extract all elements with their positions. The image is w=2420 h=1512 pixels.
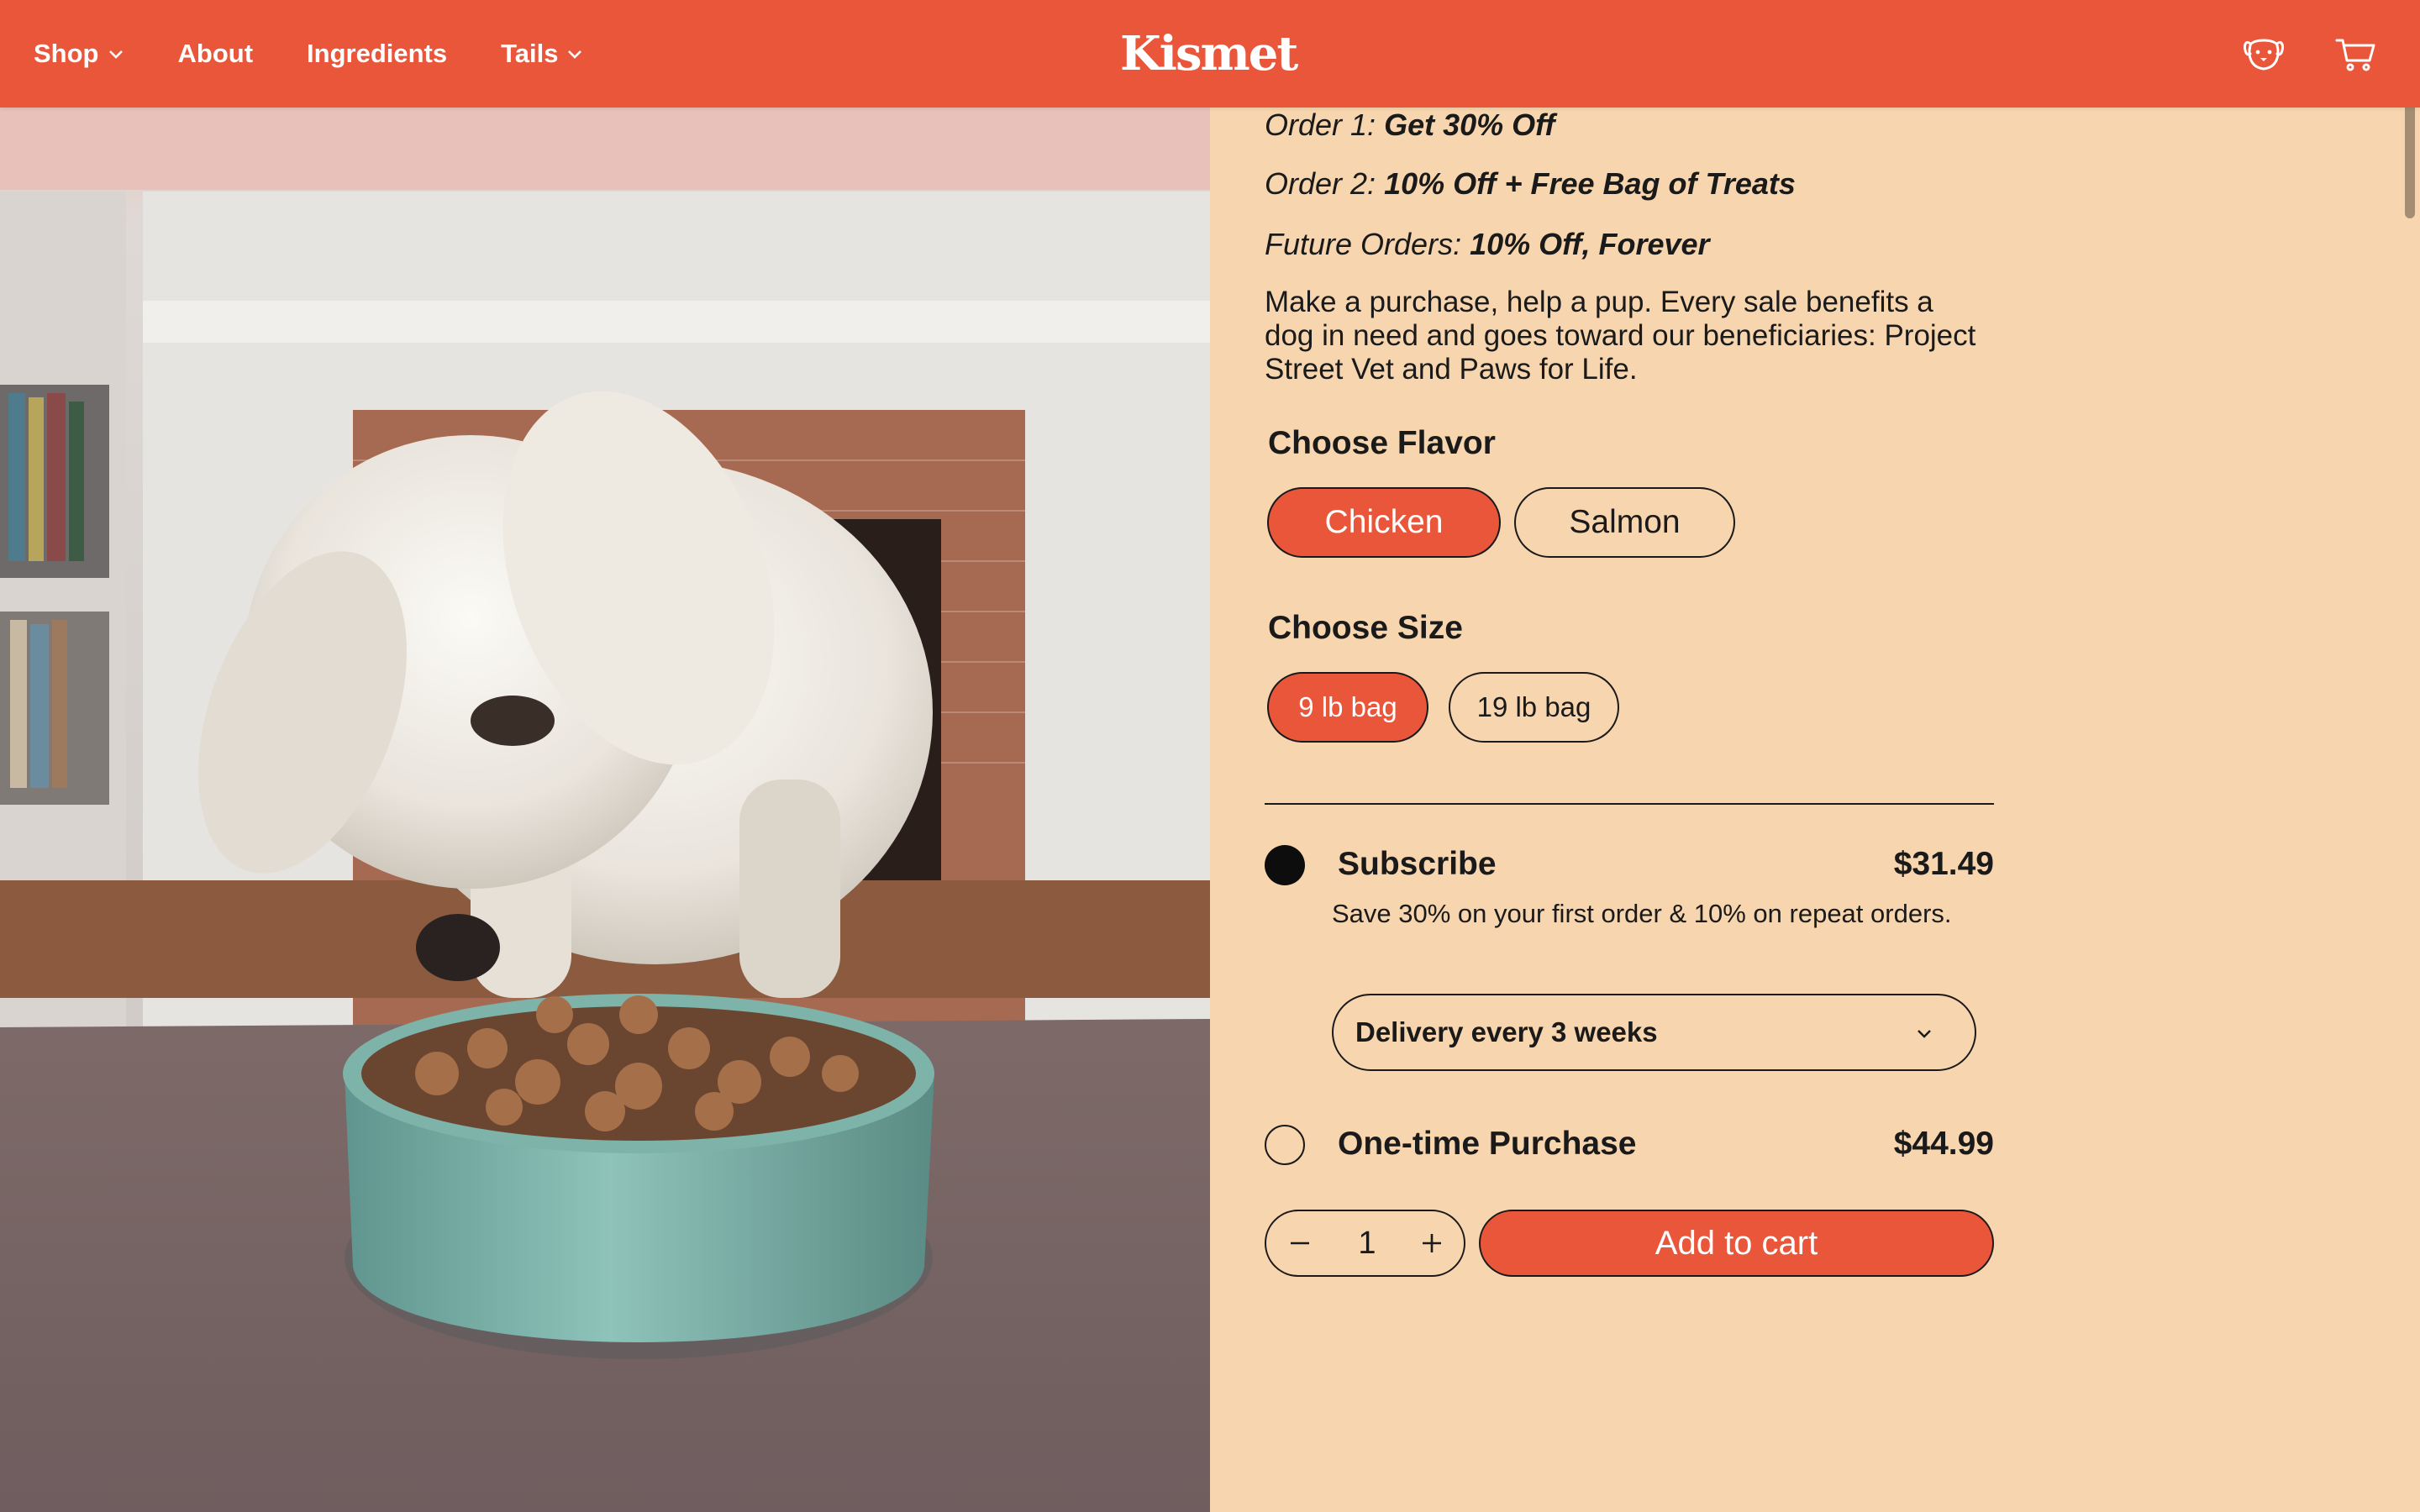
offer-prefix: Order 2: [1265,166,1376,201]
one-time-price: $44.99 [1893,1126,1994,1162]
size-option-19lb[interactable]: 19 lb bag [1449,672,1619,743]
subscribe-radio[interactable] [1265,845,1305,885]
nav-shop[interactable]: Shop [34,39,124,69]
size-title: Choose Size [1268,610,1463,646]
delivery-frequency-select[interactable]: Delivery every 3 weeks [1332,994,1976,1071]
offer-future-orders: Future Orders: 10% Off, Forever [1265,227,1710,262]
nav-shop-label: Shop [34,39,99,68]
minus-icon [1291,1242,1309,1245]
offer-deal: 10% Off + Free Bag of Treats [1384,166,1796,201]
nav-tails[interactable]: Tails [501,39,583,69]
offer-prefix: Future Orders: [1265,227,1462,261]
brand-logo[interactable]: Kismet [1120,24,1298,84]
divider [1265,803,1994,805]
offer-deal: Get 30% Off [1384,108,1555,142]
main-nav: Shop About Ingredients Tails [34,0,637,108]
one-time-radio[interactable] [1265,1125,1305,1165]
one-time-label: One-time Purchase [1338,1126,1637,1162]
nav-tails-label: Tails [501,39,559,68]
site-header: Shop About Ingredients Tails Kismet [0,0,2420,108]
charity-blurb: Make a purchase, help a pup. Every sale … [1265,286,1976,386]
nav-ingredients[interactable]: Ingredients [307,39,447,69]
flavor-option-salmon[interactable]: Salmon [1514,487,1735,558]
page-scrollbar[interactable] [2405,101,2415,218]
subscribe-label: Subscribe [1338,846,1497,882]
offer-order-1: Order 1: Get 30% Off [1265,108,1555,143]
cart-icon[interactable] [2334,34,2378,74]
dog-account-icon[interactable] [2242,34,2286,74]
flavor-option-chicken[interactable]: Chicken [1267,487,1501,558]
quantity-stepper: 1 [1265,1210,1465,1277]
quantity-value[interactable]: 1 [1346,1211,1388,1275]
delivery-frequency-value: Delivery every 3 weeks [1355,1016,1658,1047]
chevron-down-icon [568,50,582,59]
size-option-9lb[interactable]: 9 lb bag [1267,672,1428,743]
nav-ingredients-label: Ingredients [307,39,448,68]
chevron-down-icon [108,50,123,59]
offer-order-2: Order 2: 10% Off + Free Bag of Treats [1265,166,1796,202]
add-to-cart-button[interactable]: Add to cart [1479,1210,1994,1277]
flavor-title: Choose Flavor [1268,425,1496,461]
chevron-down-icon [1918,1030,1931,1038]
offer-deal: 10% Off, Forever [1470,227,1710,261]
subscribe-price: $31.49 [1893,846,1994,882]
product-photo [0,108,1210,1512]
nav-about-label: About [177,39,254,68]
dog-eating-from-bowl-image [0,108,1210,1512]
decrease-quantity-button[interactable] [1278,1221,1322,1265]
nav-about[interactable]: About [178,39,254,69]
plus-icon [1423,1234,1441,1252]
increase-quantity-button[interactable] [1410,1221,1454,1265]
offer-prefix: Order 1: [1265,108,1376,142]
subscribe-description: Save 30% on your first order & 10% on re… [1332,899,1952,928]
